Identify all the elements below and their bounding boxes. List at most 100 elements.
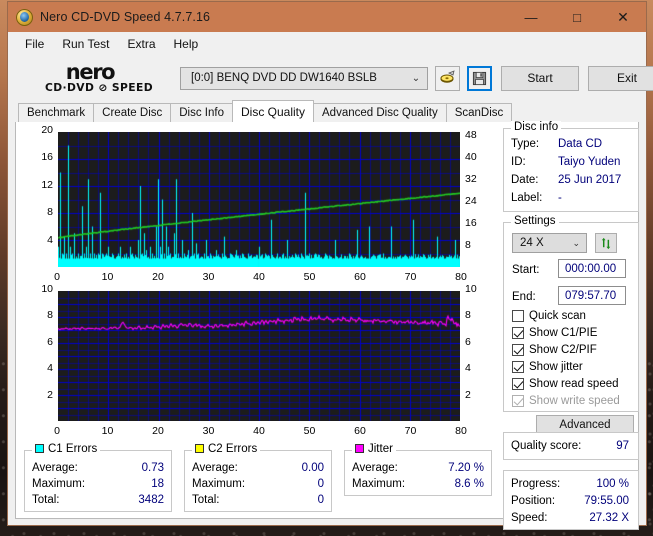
tab-create-disc[interactable]: Create Disc bbox=[93, 103, 171, 122]
settings-legend: Settings bbox=[511, 215, 559, 227]
jitter-average-value: 7.20 % bbox=[448, 462, 484, 474]
axis-tick-label: 80 bbox=[447, 425, 475, 437]
nero-logo: nero CD·DVD ⊘ SPEED bbox=[16, 63, 180, 94]
window-title: Nero CD-DVD Speed 4.7.7.16 bbox=[40, 10, 508, 24]
minimize-button[interactable]: — bbox=[508, 2, 554, 32]
eject-disc-button[interactable] bbox=[435, 66, 460, 91]
logo-wordmark: nero bbox=[30, 63, 150, 82]
c1-errors-stats: C1 Errors Average: 0.73 Maximum: 18 Tota… bbox=[24, 450, 172, 512]
c2-maximum-value: 0 bbox=[318, 478, 324, 490]
axis-tick-label: 40 bbox=[465, 151, 477, 163]
end-time-field[interactable]: 079:57.70 bbox=[558, 286, 626, 305]
checkbox-box bbox=[512, 395, 524, 407]
disc-id-label: ID: bbox=[511, 156, 526, 168]
menu-item-run-test[interactable]: Run Test bbox=[53, 35, 118, 53]
axis-tick-label: 30 bbox=[195, 425, 223, 437]
close-button[interactable]: ✕ bbox=[600, 2, 646, 32]
c1-average-label: Average: bbox=[32, 462, 78, 474]
menu-item-help[interactable]: Help bbox=[165, 35, 208, 53]
speed-label: Speed: bbox=[511, 512, 547, 524]
c1-maximum-label: Maximum: bbox=[32, 478, 85, 490]
show-jitter-label: Show jitter bbox=[529, 361, 583, 373]
application-window: Nero CD-DVD Speed 4.7.7.16 — □ ✕ File Ru… bbox=[8, 2, 646, 525]
axis-tick-label: 16 bbox=[16, 151, 53, 163]
show-c1-pie-label: Show C1/PIE bbox=[529, 327, 597, 339]
exit-button[interactable]: Exit bbox=[588, 66, 653, 91]
c2-errors-legend: C2 Errors bbox=[192, 443, 260, 455]
refresh-speed-icon bbox=[600, 237, 613, 250]
disc-info-legend: Disc info bbox=[511, 121, 561, 133]
c1-chart-plot-area bbox=[57, 131, 461, 268]
c1-color-swatch bbox=[35, 444, 44, 453]
tab-advanced-disc-quality[interactable]: Advanced Disc Quality bbox=[313, 103, 447, 122]
show-write-speed-label: Show write speed bbox=[529, 395, 620, 407]
axis-tick-label: 8 bbox=[16, 309, 53, 321]
checkbox-box bbox=[512, 327, 524, 339]
drive-select[interactable]: [0:0] BENQ DVD DD DW1640 BSLB ⌄ bbox=[180, 67, 428, 90]
tab-disc-info[interactable]: Disc Info bbox=[170, 103, 233, 122]
c1-errors-legend: C1 Errors bbox=[32, 443, 100, 455]
axis-tick-label: 4 bbox=[16, 362, 53, 374]
speed-value: 27.32 X bbox=[589, 512, 629, 524]
logo-subtitle: CD·DVD ⊘ SPEED bbox=[29, 82, 170, 94]
tab-scandisc[interactable]: ScanDisc bbox=[446, 103, 513, 122]
eject-disc-icon bbox=[440, 70, 456, 86]
end-time-label: End: bbox=[512, 291, 536, 303]
disc-label-label: Label: bbox=[511, 192, 542, 204]
disc-date-value: 25 Jun 2017 bbox=[558, 174, 621, 186]
jitter-stats: Jitter Average: 7.20 % Maximum: 8.6 % bbox=[344, 450, 492, 496]
axis-tick-label: 10 bbox=[465, 283, 477, 295]
show-c1-pie-checkbox[interactable]: Show C1/PIE bbox=[512, 327, 597, 339]
jitter-chart: 2 4 6 8 10 2 4 6 8 10 0 10 20 30 40 50 60 70 80 bbox=[16, 282, 502, 446]
speed-select-value: 24 X bbox=[520, 237, 544, 249]
axis-tick-label: 2 bbox=[16, 389, 53, 401]
toolbar: nero CD·DVD ⊘ SPEED [0:0] BENQ DVD DD DW… bbox=[8, 56, 646, 100]
disc-type-value: Data CD bbox=[558, 138, 602, 150]
jitter-average-label: Average: bbox=[352, 462, 398, 474]
start-time-field[interactable]: 000:00.00 bbox=[558, 259, 626, 278]
jitter-maximum-label: Maximum: bbox=[352, 478, 405, 490]
disc-quality-panel: 4 8 12 16 20 8 16 24 32 40 48 0 10 20 30 40 50 60 70 80 2… bbox=[15, 122, 639, 519]
quality-score-group: Quality score: 97 bbox=[503, 432, 639, 460]
show-jitter-checkbox[interactable]: Show jitter bbox=[512, 361, 583, 373]
save-button[interactable] bbox=[467, 66, 492, 91]
c2-maximum-label: Maximum: bbox=[192, 478, 245, 490]
axis-tick-label: 70 bbox=[397, 425, 425, 437]
quality-score-label: Quality score: bbox=[511, 440, 581, 452]
show-c2-pif-checkbox[interactable]: Show C2/PIF bbox=[512, 344, 597, 356]
tab-disc-quality[interactable]: Disc Quality bbox=[232, 100, 314, 122]
tab-benchmark[interactable]: Benchmark bbox=[18, 103, 94, 122]
quick-scan-checkbox[interactable]: Quick scan bbox=[512, 310, 586, 322]
maximize-button[interactable]: □ bbox=[554, 2, 600, 32]
refresh-speed-button[interactable] bbox=[595, 233, 617, 253]
axis-tick-label: 50 bbox=[296, 425, 324, 437]
chevron-down-icon: ⌄ bbox=[405, 73, 427, 84]
start-button[interactable]: Start bbox=[501, 66, 579, 91]
c1-average-value: 0.73 bbox=[142, 462, 164, 474]
menu-item-extra[interactable]: Extra bbox=[118, 35, 164, 53]
speed-select[interactable]: 24 X ⌄ bbox=[512, 233, 587, 253]
tab-bar: Benchmark Create Disc Disc Info Disc Qua… bbox=[8, 100, 646, 122]
axis-tick-label: 20 bbox=[144, 425, 172, 437]
axis-tick-label: 6 bbox=[465, 336, 471, 348]
c2-color-swatch bbox=[195, 444, 204, 453]
show-read-speed-label: Show read speed bbox=[529, 378, 619, 390]
menu-item-file[interactable]: File bbox=[16, 35, 53, 53]
jitter-chart-plot-area bbox=[57, 290, 461, 422]
c1-maximum-value: 18 bbox=[151, 478, 164, 490]
axis-tick-label: 12 bbox=[16, 179, 53, 191]
axis-tick-label: 8 bbox=[16, 206, 53, 218]
axis-tick-label: 10 bbox=[16, 283, 53, 295]
chevron-down-icon: ⌄ bbox=[572, 238, 580, 249]
c2-total-label: Total: bbox=[192, 494, 220, 506]
checkbox-box bbox=[512, 361, 524, 373]
axis-tick-label: 10 bbox=[94, 425, 122, 437]
disc-type-label: Type: bbox=[511, 138, 539, 150]
axis-tick-label: 40 bbox=[245, 425, 273, 437]
disc-label-value: - bbox=[558, 192, 562, 204]
show-write-speed-checkbox: Show write speed bbox=[512, 395, 620, 407]
start-time-label: Start: bbox=[512, 264, 539, 276]
axis-tick-label: 8 bbox=[465, 239, 471, 251]
show-read-speed-checkbox[interactable]: Show read speed bbox=[512, 378, 619, 390]
axis-tick-label: 6 bbox=[16, 336, 53, 348]
